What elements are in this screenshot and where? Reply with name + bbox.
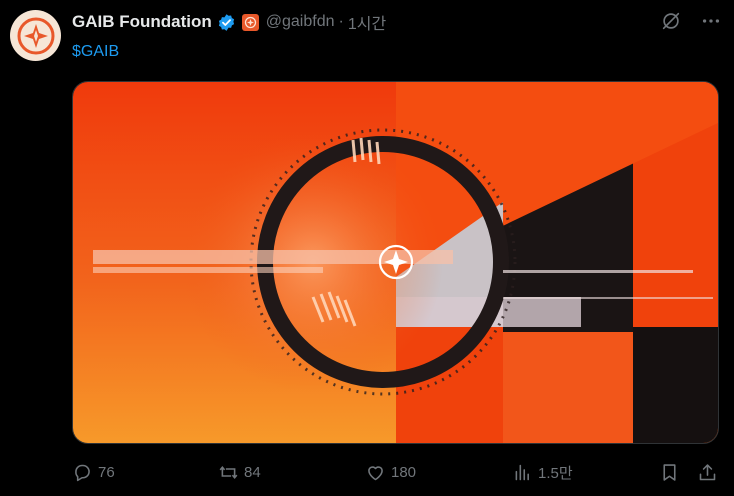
post-text-cashtag[interactable]: $GAIB	[72, 43, 119, 61]
action-bar: 76 84 180 1.5만	[72, 462, 722, 484]
views-button[interactable]: 1.5만	[512, 462, 573, 483]
header-actions	[660, 10, 722, 32]
affiliate-badge-icon[interactable]	[241, 13, 259, 31]
avatar[interactable]	[10, 10, 61, 61]
reply-icon	[75, 464, 90, 482]
more-icon[interactable]	[700, 10, 722, 32]
share-button[interactable]	[697, 462, 718, 483]
separator: ·	[338, 13, 344, 30]
gaib-logo-icon	[17, 17, 54, 54]
views-icon	[515, 464, 529, 481]
post-media-image[interactable]	[72, 81, 719, 444]
media-artwork	[73, 82, 718, 443]
bookmark-icon	[663, 464, 676, 481]
like-icon	[368, 466, 383, 481]
share-icon	[699, 464, 716, 481]
reply-count: 76	[98, 464, 115, 481]
author-handle[interactable]: @gaibfdn	[266, 13, 335, 31]
repost-button[interactable]: 84	[218, 462, 261, 483]
view-count: 1.5만	[538, 465, 573, 482]
repost-count: 84	[244, 464, 261, 481]
repost-icon	[219, 466, 238, 479]
post-header: GAIB Foundation @gaibfdn · 1시간	[72, 10, 722, 34]
reply-button[interactable]: 76	[72, 462, 115, 483]
post-time[interactable]: 1시간	[348, 10, 386, 34]
verified-badge-icon[interactable]	[217, 13, 236, 32]
like-button[interactable]: 180	[365, 462, 416, 483]
like-count: 180	[391, 464, 417, 481]
grok-icon[interactable]	[660, 10, 682, 32]
author-name[interactable]: GAIB Foundation	[72, 12, 212, 32]
bookmark-button[interactable]	[659, 462, 680, 483]
